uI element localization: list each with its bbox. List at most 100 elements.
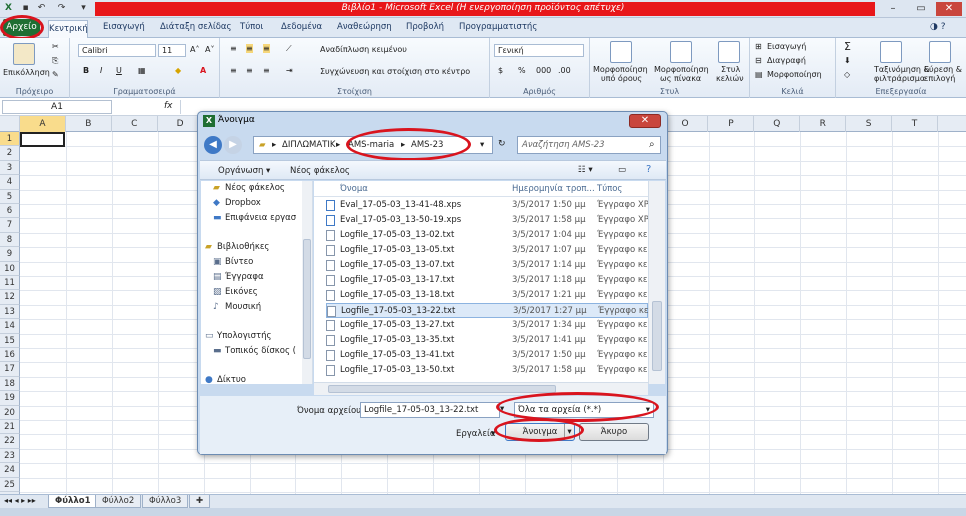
format-painter-icon[interactable]: ✎ [52,70,59,79]
sheet-tab-3[interactable]: Φύλλο3 [142,495,189,508]
file-row[interactable]: Logfile_17-05-03_13-35.txt 3/5/2017 1:41 … [326,333,650,348]
delete-cells-icon[interactable]: ⊟ [755,56,762,65]
help-icon[interactable]: ? [646,164,651,175]
row-header[interactable]: 19 [0,391,20,406]
find-select-button-line1[interactable]: Εύρεση & [924,65,962,74]
border-icon[interactable]: ▦ [138,66,146,75]
sheet-nav-icon[interactable]: ◂◂ ◂ ▸ ▸▸ [4,496,36,505]
row-header[interactable]: 7 [0,218,20,233]
row-header[interactable]: 4 [0,175,20,190]
column-header[interactable]: B [66,116,112,132]
column-header[interactable]: A [20,116,66,132]
open-button[interactable]: Άνοιγμα ▾ [505,423,575,441]
column-header[interactable]: R [800,116,847,132]
sort-filter-icon[interactable] [880,41,902,63]
row-header[interactable]: 13 [0,304,20,320]
wrap-text-button[interactable]: Αναδίπλωση κειμένου [320,45,407,54]
nav-item-local-disk[interactable]: Τοπικός δίσκος ( [225,346,296,356]
cut-icon[interactable]: ✂ [52,42,59,51]
cell-styles-button-line1[interactable]: Στυλ [721,65,740,74]
align-top-icon[interactable]: ≡ [230,44,237,53]
filename-dropdown-icon[interactable]: ▾ [500,404,504,414]
row-header[interactable]: 18 [0,376,20,392]
tab-view[interactable]: Προβολή [406,22,444,32]
tab-formulas[interactable]: Τύποι [240,22,263,32]
cell-styles-button-line2[interactable]: κελιών [716,74,744,83]
cell-styles-icon[interactable] [718,41,740,63]
align-right-icon[interactable]: ≡ [263,66,270,75]
file-row[interactable]: Logfile_17-05-03_13-17.txt 3/5/2017 1:18 … [326,273,650,288]
search-input[interactable]: Αναζήτηση AMS-23 [517,136,661,154]
nav-item-videos[interactable]: Βίντεο [225,257,253,267]
copy-icon[interactable]: ⎘ [52,56,58,66]
format-cells-icon[interactable]: ▤ [755,70,763,79]
cancel-button[interactable]: Άκυρο [579,423,649,441]
file-row[interactable]: Logfile_17-05-03_13-05.txt 3/5/2017 1:07 … [326,243,650,258]
filename-input[interactable]: Logfile_17-05-03_13-22.txt [360,402,500,418]
row-header[interactable]: 6 [0,204,20,219]
fx-icon[interactable]: fx [164,101,173,111]
row-header[interactable]: 2 [0,146,20,161]
align-left-icon[interactable]: ≡ [230,66,237,75]
column-header[interactable]: C [112,116,158,132]
tab-review[interactable]: Αναθεώρηση [337,22,392,32]
bold-button[interactable]: B [83,66,89,75]
dialog-close-icon[interactable]: ✕ [629,114,661,128]
merge-center-button[interactable]: Συγχώνευση και στοίχιση στο κέντρο [320,67,470,76]
file-row[interactable]: Logfile_17-05-03_13-41.txt 3/5/2017 1:50 … [326,348,650,363]
row-header[interactable]: 8 [0,232,20,248]
file-row[interactable]: Eval_17-05-03_13-41-48.xps 3/5/2017 1:50 … [326,198,654,213]
nav-item-music[interactable]: Μουσική [225,302,261,312]
autosum-icon[interactable]: Σ [844,40,851,53]
indent-icon[interactable]: ⇥ [286,66,293,75]
find-select-button-line2[interactable]: επιλογή [924,74,955,83]
insert-cells-button[interactable]: Εισαγωγή [767,42,806,51]
shrink-font-icon[interactable]: A˅ [205,45,214,54]
nav-scrollbar[interactable] [302,181,312,384]
column-type-header[interactable]: Τύπος [597,184,622,194]
filetype-select[interactable]: Όλα τα αρχεία (*.*) ▾ [514,402,654,418]
column-header[interactable]: Q [754,116,801,132]
orientation-icon[interactable]: ⟋ [286,44,292,54]
view-options-icon[interactable]: ☷ ▾ [578,165,593,175]
grow-font-icon[interactable]: A˄ [190,45,199,54]
decimal-icon[interactable]: .00 [558,66,571,75]
new-sheet-icon[interactable]: ✚ [189,495,211,508]
conditional-format-button-line2[interactable]: υπό όρους [601,74,642,83]
breadcrumb-item-1[interactable]: ΔΙΠΛΩΜΑΤΙΚ [282,137,335,153]
tab-developer[interactable]: Προγραμματιστής [459,22,537,32]
nav-item-network[interactable]: Δίκτυο [217,375,246,385]
align-center-icon[interactable]: ≡ [246,66,253,75]
row-header[interactable]: 22 [0,434,20,449]
selected-cell-a1[interactable] [20,132,65,147]
sheet-tab-2[interactable]: Φύλλο2 [95,495,142,508]
row-header[interactable]: 11 [0,276,20,291]
format-table-button-line1[interactable]: Μορφοποίηση [654,65,709,74]
name-box[interactable]: A1 [2,100,112,114]
breadcrumb-item-2[interactable]: AMS-maria [348,137,394,153]
maximize-icon[interactable]: ▭ [908,2,934,16]
row-header[interactable]: 12 [0,290,20,305]
column-header[interactable]: O [663,116,709,132]
delete-cells-button[interactable]: Διαγραφή [767,56,806,65]
row-header[interactable]: 5 [0,189,20,204]
open-options-icon[interactable]: ▾ [564,424,574,440]
nav-item-new-folder[interactable]: Νέος φάκελος [225,183,285,193]
nav-item-computer[interactable]: Υπολογιστής [217,331,272,341]
underline-button[interactable]: U [116,66,122,75]
address-bar[interactable]: ▰ ▸ ΔΙΠΛΩΜΑΤΙΚ ▸ AMS-maria ▸ AMS-23 ▾ [253,136,493,154]
organize-button[interactable]: Οργάνωση ▾ [218,166,270,176]
file-tab[interactable]: Αρχείο [3,19,40,36]
column-date-header[interactable]: Ημερομηνία τροπ... [512,184,595,194]
tab-data[interactable]: Δεδομένα [281,22,322,32]
nav-item-pictures[interactable]: Εικόνες [225,287,258,297]
minimize-icon[interactable]: – [880,2,906,16]
font-color-icon[interactable]: A [200,66,206,75]
tab-insert[interactable]: Εισαγωγή [103,22,145,32]
tools-dropdown-icon[interactable]: ▾ [491,429,495,439]
file-row[interactable]: Eval_17-05-03_13-50-19.xps 3/5/2017 1:58 … [326,213,654,228]
file-list-hscrollbar[interactable] [314,382,648,395]
percent-icon[interactable]: % [518,66,526,75]
preview-pane-icon[interactable]: ▭ [618,165,626,175]
new-folder-button[interactable]: Νέος φάκελος [290,166,350,176]
